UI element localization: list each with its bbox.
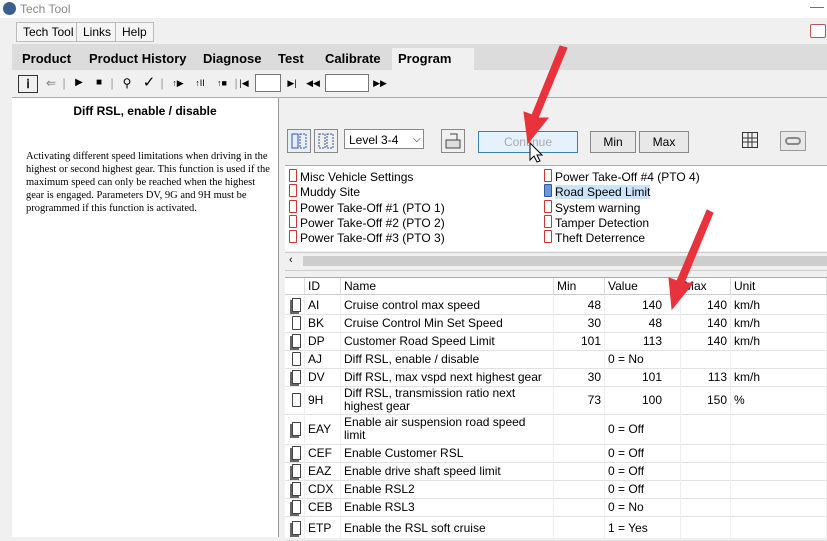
mouse-cursor-icon <box>529 141 544 163</box>
annotation-arrow-value <box>668 209 714 311</box>
annotation-layer <box>523 45 714 311</box>
annotation-arrow-continue <box>523 45 568 145</box>
